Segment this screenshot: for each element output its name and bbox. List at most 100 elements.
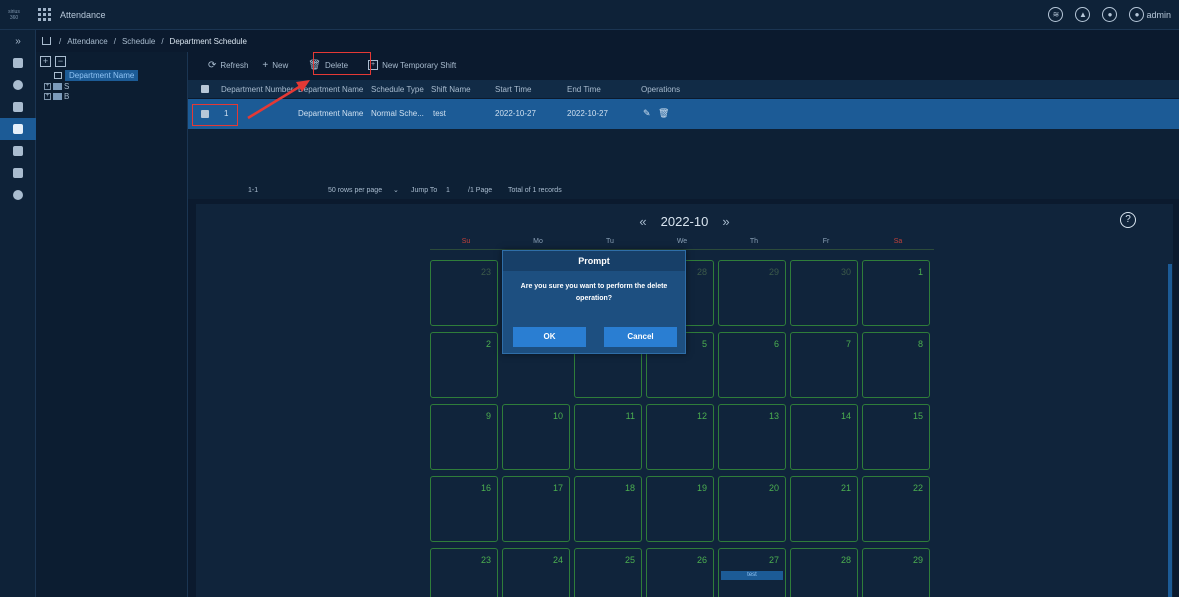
calendar-day[interactable]: 26 — [646, 548, 714, 597]
calendar-day[interactable]: 28 — [790, 548, 858, 597]
bell-icon[interactable]: ▲ — [1075, 7, 1091, 22]
select-all-checkbox[interactable] — [201, 85, 209, 93]
jump-to-input[interactable]: 1 — [446, 187, 450, 194]
folder-icon — [53, 83, 62, 90]
rail-item-documents[interactable] — [0, 162, 36, 184]
apps-grid-icon[interactable] — [38, 7, 52, 22]
new-button[interactable]: + New — [262, 60, 288, 71]
wifi-icon[interactable]: ≋ — [1048, 7, 1064, 22]
calendar-day[interactable]: 29 — [862, 548, 930, 597]
col-end-time[interactable]: End Time — [567, 85, 601, 94]
calendar-day[interactable]: 25 — [574, 548, 642, 597]
plus-icon: + — [262, 59, 269, 71]
calendar-day[interactable]: 11 — [574, 404, 642, 470]
calendar-month: 2022-10 — [660, 213, 709, 229]
calendar-day[interactable]: 9 — [430, 404, 498, 470]
breadcrumb-schedule[interactable]: Schedule — [122, 37, 155, 46]
tree-node-s[interactable]: + S — [44, 82, 187, 91]
event-chip[interactable]: test — [721, 571, 783, 580]
annotation-arrow — [247, 80, 310, 120]
calendar-header: « 2022-10 » — [196, 210, 1173, 232]
calendar-day[interactable]: 17 — [502, 476, 570, 542]
ok-button[interactable]: OK — [513, 327, 586, 347]
rail-item-attendance[interactable] — [0, 118, 36, 140]
weekday-label: Su — [461, 238, 471, 245]
calendar-day[interactable]: 10 — [502, 404, 570, 470]
tree-node-label[interactable]: B — [64, 92, 69, 101]
calendar-day[interactable]: 23 — [430, 260, 498, 326]
calendar-day[interactable]: 30 — [790, 260, 858, 326]
page-total: /1 Page — [468, 186, 493, 194]
calendar-day[interactable]: 7 — [790, 332, 858, 398]
rail-item-info[interactable] — [0, 74, 36, 96]
calendar-day[interactable]: 20 — [718, 476, 786, 542]
calendar-day[interactable]: 18 — [574, 476, 642, 542]
scrollbar[interactable] — [1168, 264, 1172, 597]
prev-month-button[interactable]: « — [639, 214, 646, 229]
user-badge-icon[interactable]: ● — [1102, 7, 1118, 22]
user-menu[interactable]: ● admin — [1129, 7, 1171, 22]
rail-item-settings[interactable] — [0, 184, 36, 206]
expand-rail-icon[interactable]: » — [0, 30, 36, 52]
calendar-day[interactable]: 16 — [430, 476, 498, 542]
col-start-time[interactable]: Start Time — [495, 85, 531, 94]
help-icon[interactable]: ? — [1120, 212, 1136, 228]
weekday-label: Sa — [893, 238, 903, 245]
calendar-day[interactable]: 8 — [862, 332, 930, 398]
breadcrumb: / Attendance / Schedule / Department Sch… — [36, 30, 1179, 52]
tree-node-label[interactable]: S — [64, 82, 69, 91]
col-schedule-type[interactable]: Schedule Type — [371, 85, 424, 94]
annotation-delete-highlight — [313, 52, 371, 75]
rail-item-check[interactable] — [0, 96, 36, 118]
calendar-day[interactable]: 21 — [790, 476, 858, 542]
document-icon — [13, 168, 23, 178]
calendar-day[interactable]: 24 — [502, 548, 570, 597]
cancel-button[interactable]: Cancel — [604, 327, 677, 347]
top-bar: sirius 360 Attendance ≋ ▲ ● ● admin — [0, 0, 1179, 30]
breadcrumb-attendance[interactable]: Attendance — [67, 37, 107, 46]
calendar-day[interactable]: 14 — [790, 404, 858, 470]
calendar-day[interactable]: 19 — [646, 476, 714, 542]
rail-item-devices[interactable] — [0, 52, 36, 74]
next-month-button[interactable]: » — [722, 214, 729, 229]
new-temporary-shift-button[interactable]: + New Temporary Shift — [368, 60, 456, 70]
expand-node-icon[interactable]: + — [44, 83, 51, 90]
calendar-day[interactable]: 22 — [862, 476, 930, 542]
folder-outline-icon — [54, 72, 62, 79]
edit-icon[interactable]: ✎ — [643, 108, 651, 119]
weekday-row: Su Mo Tu We Th Fr Sa — [430, 236, 934, 250]
calendar-day[interactable]: 13 — [718, 404, 786, 470]
tree-root-label[interactable]: Department Name — [65, 70, 139, 81]
calendar-day[interactable]: 23 — [430, 548, 498, 597]
new-label: New — [272, 60, 289, 70]
col-shift-name[interactable]: Shift Name — [431, 85, 471, 94]
weekday-label: Mo — [533, 238, 543, 245]
table-row[interactable]: 1 Department Name Normal Sche... test 20… — [188, 99, 1179, 129]
collapse-all-button[interactable]: − — [55, 56, 66, 67]
expand-all-button[interactable]: + — [40, 56, 51, 67]
tree-root[interactable]: Department Name — [54, 70, 187, 81]
rail-item-notes[interactable] — [0, 140, 36, 162]
weekday-label: Th — [749, 238, 759, 245]
chevron-down-icon[interactable]: ⌄ — [393, 186, 399, 194]
trash-icon[interactable]: 🗑 — [658, 108, 669, 119]
expand-node-icon[interactable]: + — [44, 93, 51, 100]
calendar-day[interactable]: 15 — [862, 404, 930, 470]
check-icon — [13, 102, 23, 112]
calendar-day[interactable]: 27 test — [718, 548, 786, 597]
rows-per-page-select[interactable]: 50 rows per page — [328, 187, 382, 194]
info-icon — [13, 80, 23, 90]
new-temp-shift-label: New Temporary Shift — [382, 60, 457, 70]
breadcrumb-department-schedule: Department Schedule — [169, 36, 247, 46]
weekday-label: Tu — [606, 238, 614, 245]
calendar-day[interactable]: 1 — [862, 260, 930, 326]
refresh-button[interactable]: ⟳ Refresh — [208, 60, 248, 71]
calendar-day[interactable]: 29 — [718, 260, 786, 326]
tree-node-b[interactable]: + B — [44, 92, 187, 101]
refresh-label: Refresh — [220, 60, 249, 70]
row-end-time: 2022-10-27 — [567, 109, 608, 118]
home-icon[interactable] — [42, 37, 51, 45]
calendar-day[interactable]: 6 — [718, 332, 786, 398]
calendar-day[interactable]: 12 — [646, 404, 714, 470]
calendar-day[interactable]: 2 — [430, 332, 498, 398]
